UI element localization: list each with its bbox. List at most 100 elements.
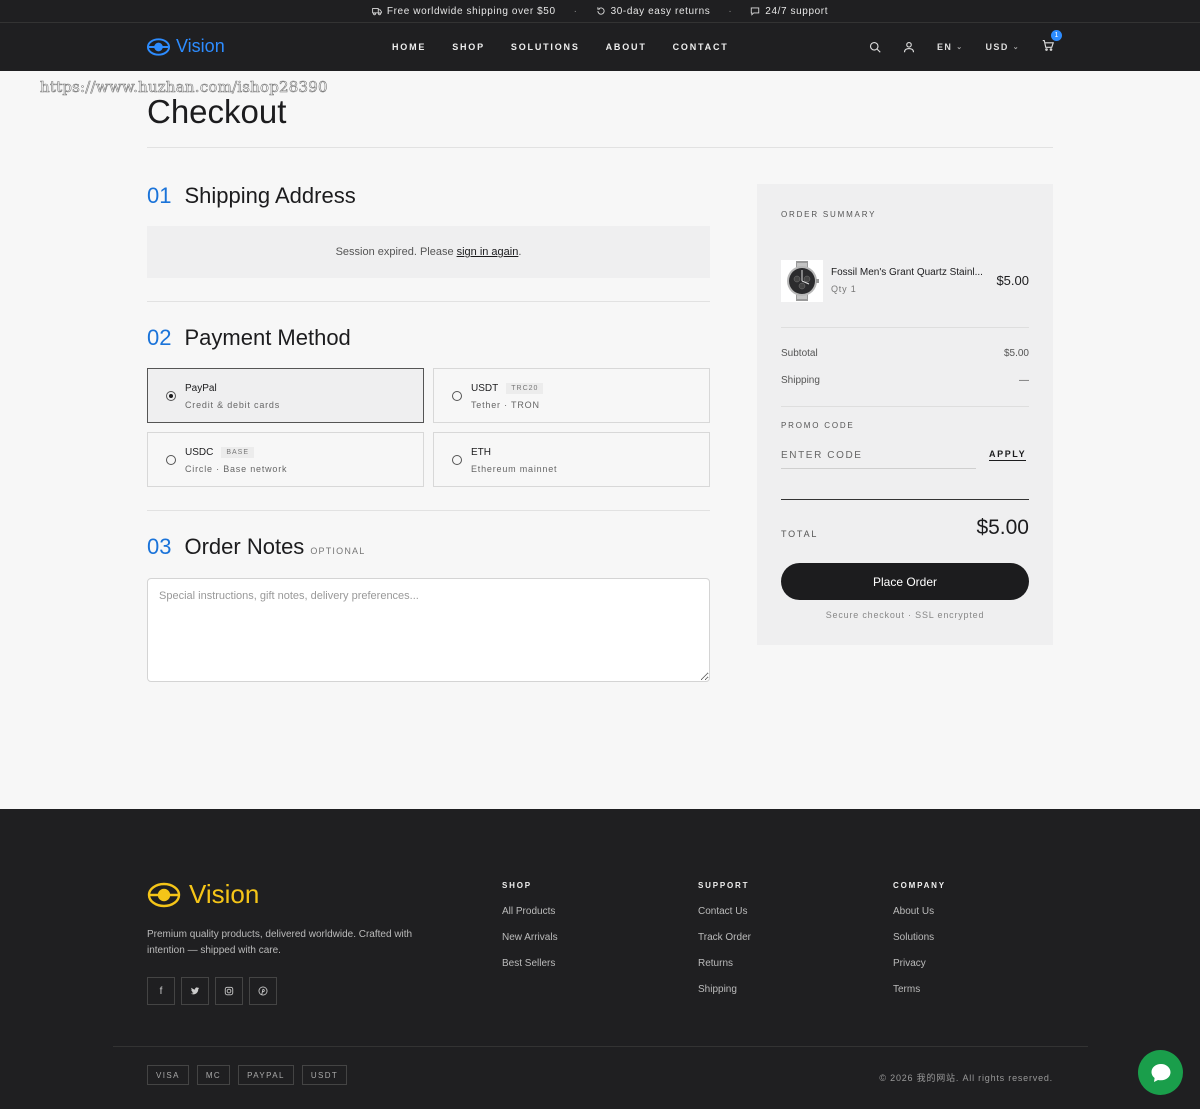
live-chat-button[interactable] [1138,1050,1183,1095]
footer-link[interactable]: All Products [502,906,558,917]
eye-logo-icon [147,882,181,907]
cart-button[interactable]: 1 [1042,30,1062,56]
truck-icon [372,8,382,16]
payment-option-eth[interactable]: ETH Ethereum mainnet [433,432,710,487]
section-title: Shipping Address [184,183,356,208]
section-number: 02 [147,325,172,350]
divider [147,301,710,302]
footer-column-company: COMPANY About Us Solutions Privacy Terms [893,881,946,1010]
sign-in-link[interactable]: sign in again [457,246,519,258]
twitter-icon[interactable] [181,977,209,1005]
payment-badge-mc: MC [196,1065,231,1085]
network-tag: BASE [221,447,255,458]
chevron-down-icon: ⌄ [1012,44,1020,51]
order-notes-textarea[interactable] [147,578,710,682]
footer-link[interactable]: Track Order [698,932,751,943]
eye-logo-icon [146,37,171,56]
place-order-button[interactable]: Place Order [781,563,1029,600]
payment-name-text: PayPal [185,383,217,394]
nav-contact[interactable]: CONTACT [673,42,729,52]
announcement-text: Free worldwide shipping over $50 [386,5,556,17]
footer-link[interactable]: Shipping [698,984,751,995]
subtotal-value: $5.00 [1003,348,1029,359]
brand-logo[interactable]: Vision [146,36,225,57]
announcement-returns: 30-day easy returns [596,6,711,17]
currency-selector[interactable]: USD ⌄ [986,42,1020,52]
footer-link[interactable]: Contact Us [698,906,751,917]
checkout-main: 01 Shipping Address Session expired. Ple… [147,183,710,687]
footer-link[interactable]: New Arrivals [502,932,558,943]
announcement-shipping: Free worldwide shipping over $50 [372,6,556,17]
footer-link[interactable]: Terms [893,984,946,995]
network-tag: TRC20 [506,383,544,394]
copyright: © 2026 我的网站. All rights reserved. [879,1073,1053,1083]
payment-sub: Ethereum mainnet [471,464,558,474]
footer-brand-logo[interactable]: Vision [147,879,259,910]
currency-value: USD [985,42,1009,52]
pinterest-icon[interactable] [249,977,277,1005]
session-text: Session expired. Please [335,246,454,258]
footer-brand-name: Vision [189,879,260,909]
nav-about[interactable]: ABOUT [606,42,647,52]
radio-selected[interactable] [166,391,176,401]
radio[interactable] [452,391,462,401]
return-icon [597,7,605,15]
radio[interactable] [166,455,176,465]
payment-name: USDT TRC20 [471,383,544,394]
footer-link[interactable]: Returns [698,958,751,969]
radio[interactable] [452,455,462,465]
language-selector[interactable]: EN ⌄ [937,42,964,52]
facebook-icon[interactable]: f [147,977,175,1005]
separator: · [728,5,733,17]
divider [781,327,1029,328]
chevron-down-icon: ⌄ [956,44,964,51]
footer-column-title: COMPANY [893,881,946,890]
shipping-label: Shipping [781,375,820,386]
apply-promo-button[interactable]: APPLY [989,449,1027,461]
summary-label: ORDER SUMMARY [781,210,877,219]
footer-link[interactable]: About Us [893,906,946,917]
brand-name: Vision [176,36,225,56]
user-icon[interactable] [903,41,915,53]
payment-name-text: ETH [471,447,491,458]
shipping-value: — [1019,375,1029,386]
payment-option-paypal[interactable]: PayPal Credit & debit cards [147,368,424,423]
footer-link[interactable]: Privacy [893,958,946,969]
language-value: EN [936,42,953,52]
announcement-support: 24/7 support [750,6,828,17]
announcement-bar: Free worldwide shipping over $50 · 30-da… [0,0,1200,23]
divider [113,1046,1088,1047]
footer-link[interactable]: Solutions [893,932,946,943]
instagram-icon[interactable] [215,977,243,1005]
promo-code-input[interactable] [781,443,976,469]
announcement-text: 30-day easy returns [610,5,711,17]
search-icon[interactable] [869,41,881,53]
payment-name: USDC BASE [185,447,255,458]
chat-bubble-icon [1151,1063,1170,1082]
payment-badges: VISA MC PAYPAL USDT [147,1065,348,1085]
footer-column-title: SUPPORT [698,881,750,890]
cart-count-badge: 1 [1051,30,1062,41]
total-value: $5.00 [976,516,1029,539]
chat-icon [751,7,760,16]
page-title: Checkout [147,93,287,130]
product-thumbnail [781,260,823,302]
nav-solutions[interactable]: SOLUTIONS [511,42,580,52]
footer-column-title: SHOP [502,881,532,890]
payment-option-usdt[interactable]: USDT TRC20 Tether · TRON [433,368,710,423]
cart-item: Fossil Men's Grant Quartz Stainl... Qty … [781,260,1029,302]
header-actions: EN ⌄ USD ⌄ 1 [869,23,1062,71]
site-footer: Vision Premium quality products, deliver… [0,809,1200,1109]
section-number: 01 [147,183,172,208]
nav-home[interactable]: HOME [392,42,426,52]
footer-link[interactable]: Best Sellers [502,958,558,969]
payment-option-usdc[interactable]: USDC BASE Circle · Base network [147,432,424,487]
footer-description: Premium quality products, delivered worl… [147,929,413,956]
product-qty: Qty 1 [831,284,857,294]
section-title: Order Notes [184,534,305,559]
payment-name: PayPal [185,383,217,394]
nav-shop[interactable]: SHOP [452,42,485,52]
social-links: f [147,977,277,1005]
shipping-heading: 01 Shipping Address [147,183,710,209]
announcement-text: 24/7 support [765,5,829,17]
